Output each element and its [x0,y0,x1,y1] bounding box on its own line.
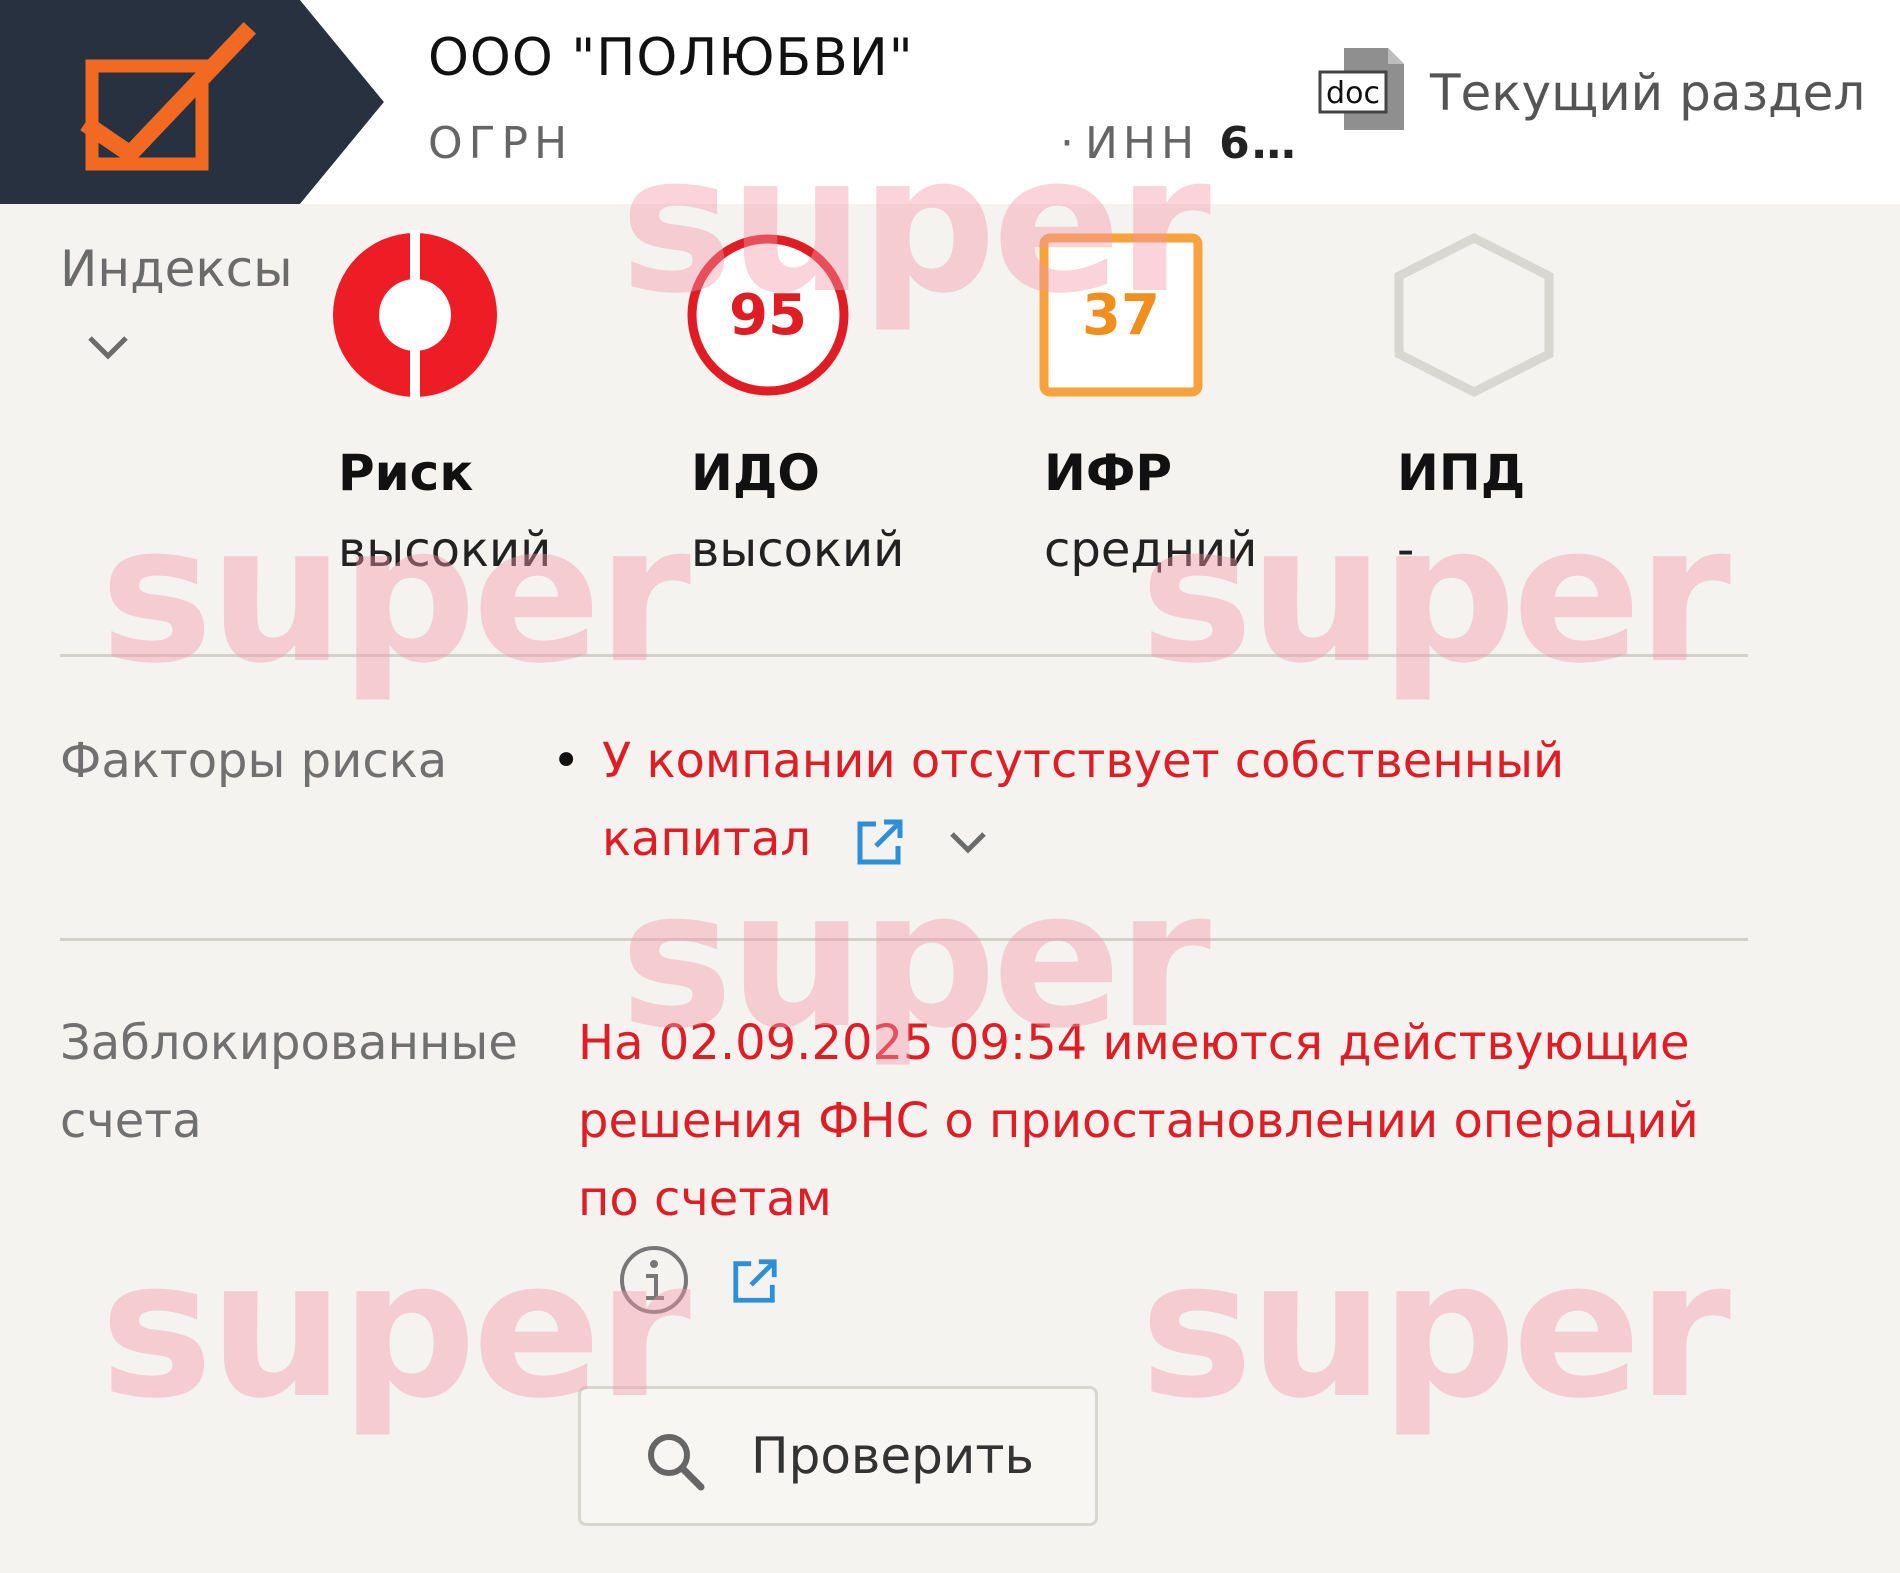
risk-factors-label: Факторы риска [60,733,448,789]
index-risk-level: высокий [338,522,552,578]
index-ifr-name: ИФР [1044,444,1173,502]
index-ido[interactable]: 95 ИДО высокий [683,230,1023,578]
index-risk[interactable]: Риск высокий [330,230,670,578]
inn-label: ИНН [1085,118,1200,169]
search-icon [648,1434,705,1491]
divider [60,654,1748,657]
company-name: ООО "ПОЛЮБВИ" [428,28,914,88]
index-ido-name: ИДО [691,444,820,502]
company-logo[interactable] [0,0,390,204]
index-ido-level: высокий [691,522,905,578]
blocked-accounts-label-line1: Заблокированные [60,1015,518,1071]
ido-badge-value: 95 [729,283,807,348]
index-ipd-name: ИПД [1397,444,1526,502]
divider [60,938,1748,941]
index-ifr-level: средний [1044,522,1258,578]
separator-dot: · [1060,118,1079,169]
risk-circle-icon [333,230,497,400]
bullet: • [552,733,581,789]
check-button[interactable]: Проверить [578,1386,1098,1526]
info-icon[interactable] [618,1244,690,1316]
risk-factor-text: У компании отсутствует собственный капит… [602,733,1565,867]
ipd-hexagon-icon [1394,232,1554,398]
ogrn-label: ОГРН [428,118,574,169]
doc-icon-text: doc [1326,76,1380,111]
index-ifr[interactable]: 37 ИФР средний [1036,230,1376,578]
indices-label: Индексы [60,240,293,298]
index-risk-name: Риск [338,444,474,502]
external-link-icon[interactable] [854,816,906,868]
ifr-badge-value: 37 [1082,283,1160,348]
blocked-accounts-label: Заблокированные счета [60,1004,518,1160]
current-section-link[interactable]: Текущий раздел [1430,64,1865,122]
ifr-square-icon: 37 [1039,233,1203,397]
chevron-down-icon[interactable] [86,334,130,362]
company-header: ООО "ПОЛЮБВИ" ОГРН · ИНН 6… doc Текущий ра… [0,0,1900,204]
inn-value: 6… [1219,118,1298,169]
ido-circle-icon: 95 [687,234,849,396]
risk-factor-item: • У компании отсутствует собственный кап… [552,722,1702,878]
watermark: super [1140,1219,1731,1440]
blocked-accounts-text: На 02.09.2025 09:54 имеются действующие … [578,1015,1699,1227]
blocked-accounts-label-line2: счета [60,1093,202,1149]
doc-icon[interactable]: doc [1318,44,1410,134]
check-button-label: Проверить [751,1427,1034,1485]
chevron-down-icon[interactable] [948,828,988,856]
inn-field: · ИНН 6… [1060,118,1298,169]
index-ipd-level: - [1397,522,1415,578]
index-ipd[interactable]: ИПД - [1389,230,1729,578]
external-link-icon[interactable] [730,1256,780,1306]
